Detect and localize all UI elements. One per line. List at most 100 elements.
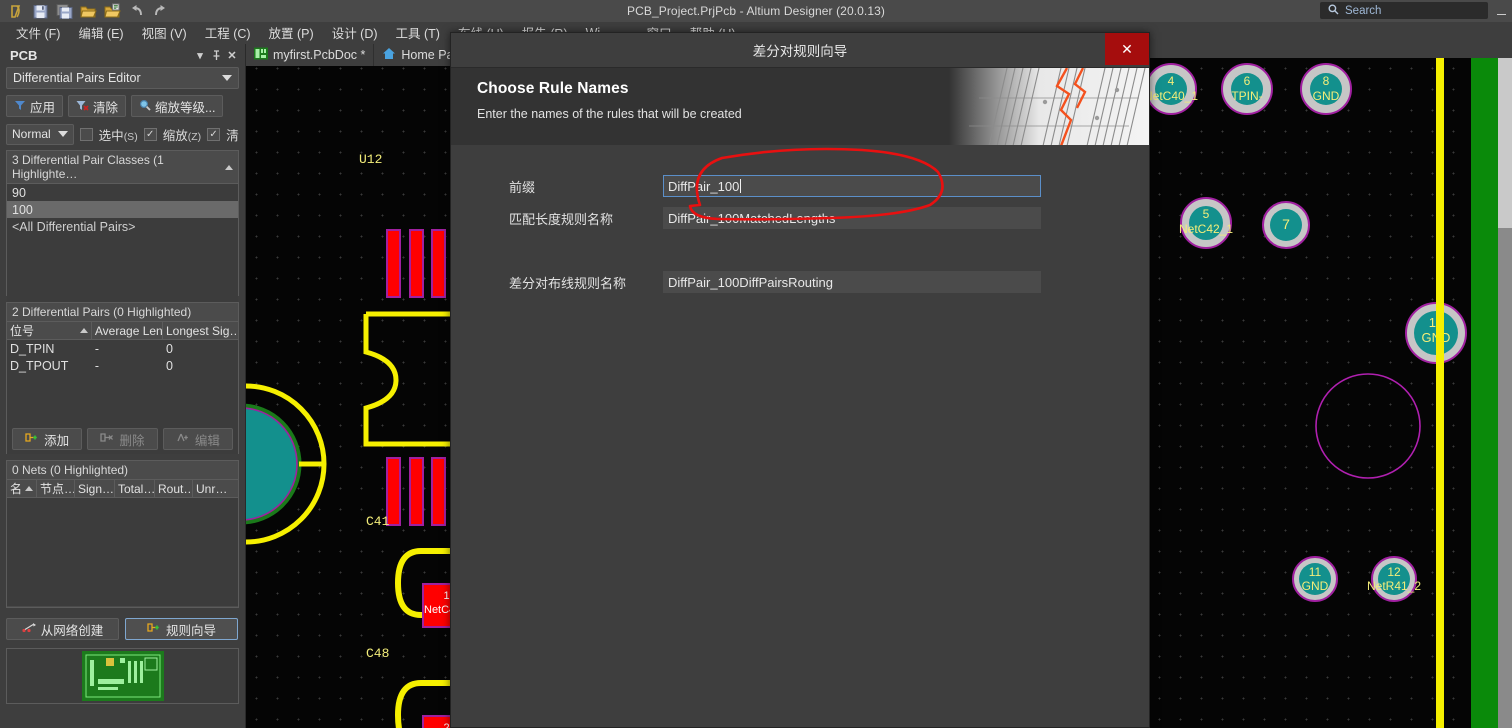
editor-mode-value: Differential Pairs Editor xyxy=(13,71,141,85)
differential-pairs-columns: 位号 Average Len… Longest Sig… xyxy=(7,321,238,340)
through-hole-pad[interactable]: 11 GND xyxy=(1292,556,1338,602)
create-from-net-button[interactable]: 从网络创建 xyxy=(6,618,119,640)
matched-lengths-value: DiffPair_100MatchedLengths xyxy=(668,210,836,226)
dialog-banner: Choose Rule Names Enter the names of the… xyxy=(451,67,1149,145)
diff-pair-classes-header: 3 Differential Pair Classes (1 Highlight… xyxy=(7,151,238,184)
selected-checkbox-label: 选中(S) xyxy=(98,128,138,143)
prefix-value: DiffPair_100 xyxy=(668,178,740,194)
pcb-panel-header: PCB ▾ ✕ xyxy=(0,44,245,67)
designator-c41: C41 xyxy=(366,514,390,529)
keepout-circle xyxy=(1315,373,1421,479)
filter-icon xyxy=(14,99,26,114)
list-item[interactable]: <All Differential Pairs> xyxy=(7,218,238,235)
clearexisting-checkbox-label: 淸 xyxy=(226,128,239,143)
list-item[interactable]: 90 xyxy=(7,184,238,201)
apply-button[interactable]: 应用 xyxy=(6,95,64,117)
scrollbar-thumb[interactable] xyxy=(1498,58,1512,228)
board-preview-thumbnail xyxy=(6,648,239,704)
title-bar: PCB_Project.PrjPcb - Altium Designer (20… xyxy=(0,0,1512,22)
smd-pad[interactable] xyxy=(431,229,446,298)
add-pair-button[interactable]: 添加 xyxy=(12,428,83,450)
sort-ascending-icon xyxy=(79,328,88,333)
delete-icon xyxy=(100,432,115,446)
dialog-close-button[interactable]: ✕ xyxy=(1105,33,1149,65)
through-hole-pad[interactable]: 6 TPIN- xyxy=(1221,63,1273,115)
differential-pairs-header: 2 Differential Pairs (0 Highlighted) xyxy=(7,303,238,322)
table-row[interactable]: D_TPIN - 0 xyxy=(7,340,238,357)
column-total: Total… xyxy=(115,479,155,498)
through-hole-pad[interactable]: 7 xyxy=(1262,201,1310,249)
filter-mode-select[interactable]: Normal xyxy=(6,123,74,145)
column-unrouted: Unr… xyxy=(196,481,228,496)
smd-pad[interactable] xyxy=(386,229,401,298)
dialog-subheading: Enter the names of the rules that will b… xyxy=(477,107,742,121)
through-hole-pad[interactable]: 5 NetC42_1 xyxy=(1179,197,1233,249)
clear-button[interactable]: 清除 xyxy=(68,95,127,117)
dialog-banner-text: Choose Rule Names Enter the names of the… xyxy=(477,80,742,121)
chevron-down-icon[interactable]: ▾ xyxy=(192,48,208,64)
column-pads: 节点… xyxy=(37,479,75,498)
list-item[interactable]: 100 xyxy=(7,201,238,218)
through-hole-pad[interactable]: 8 GND xyxy=(1300,63,1352,115)
prefix-input[interactable]: DiffPair_100 xyxy=(663,175,1041,197)
minimize-button[interactable] xyxy=(1494,3,1508,19)
menu-edit[interactable]: 编辑 (E) xyxy=(69,21,132,45)
menu-view[interactable]: 视图 (V) xyxy=(133,21,196,45)
search-input[interactable]: Search xyxy=(1320,2,1488,19)
menu-project[interactable]: 工程 (C) xyxy=(196,21,260,45)
through-hole-pad[interactable]: 4 NetC40_1 xyxy=(1144,63,1198,115)
diffpair-routing-label: 差分对布线规则名称 xyxy=(509,275,627,291)
clearexisting-checkbox[interactable]: ✓ xyxy=(207,127,221,141)
add-icon xyxy=(25,432,40,446)
tab-myfirst-pcbdoc[interactable]: myfirst.PcbDoc * xyxy=(246,44,375,66)
form-row-matched-lengths: 匹配长度规则名称 DiffPair_100MatchedLengths xyxy=(451,207,1149,229)
dialog-title: 差分对规则向导 xyxy=(752,44,848,59)
matched-lengths-input[interactable]: DiffPair_100MatchedLengths xyxy=(663,207,1041,229)
panel-footer-buttons: 从网络创建 规则向导 xyxy=(6,618,239,640)
diff-pair-classes-list[interactable]: 3 Differential Pair Classes (1 Highlight… xyxy=(6,150,239,308)
pcb-panel: PCB ▾ ✕ Differential Pairs Editor 应用 清除 … xyxy=(0,44,246,728)
sort-ascending-icon xyxy=(225,164,233,170)
dialog-title-bar: 差分对规则向导 ✕ xyxy=(451,33,1149,67)
rule-wizard-button[interactable]: 规则向导 xyxy=(125,618,238,640)
diff-pair-classes-rows: 90 100 <All Differential Pairs> xyxy=(7,184,238,308)
delete-pair-button[interactable]: 删除 xyxy=(87,428,158,450)
column-signal: Sign… xyxy=(75,479,115,498)
search-placeholder-text: Search xyxy=(1345,4,1382,17)
clear-filter-icon xyxy=(76,99,89,114)
magnifier-icon xyxy=(139,99,151,114)
nets-grid[interactable]: 0 Nets (0 Highlighted) 名 节点… Sign… Total… xyxy=(6,460,239,608)
editor-mode-select[interactable]: Differential Pairs Editor xyxy=(6,67,239,89)
board-thumbnail-icon xyxy=(81,651,164,701)
chevron-down-icon xyxy=(57,131,68,137)
form-row-prefix: 前缀 DiffPair_100 xyxy=(451,175,1149,197)
canvas-vertical-scrollbar[interactable] xyxy=(1498,58,1512,728)
matched-lengths-label: 匹配长度规则名称 xyxy=(509,211,614,227)
designator-c48: C48 xyxy=(366,646,390,661)
menu-place[interactable]: 放置 (P) xyxy=(260,21,323,45)
through-hole-pad[interactable]: 12 NetR41_2 xyxy=(1367,556,1421,602)
zoom-level-button[interactable]: 缩放等级... xyxy=(131,95,224,117)
round-pad-large[interactable] xyxy=(246,374,336,554)
pin-icon[interactable] xyxy=(208,48,224,64)
column-longest-signal: Longest Sig… xyxy=(165,323,238,338)
edit-pair-button[interactable]: 编辑 xyxy=(162,428,233,450)
table-row[interactable]: D_TPOUT - 0 xyxy=(7,357,238,374)
search-icon xyxy=(1328,4,1339,18)
column-routed: Rout… xyxy=(155,479,193,498)
selected-checkbox[interactable] xyxy=(79,127,93,141)
diffpair-routing-input[interactable]: DiffPair_100DiffPairsRouting xyxy=(663,271,1041,293)
dialog-heading: Choose Rule Names xyxy=(477,80,629,97)
smd-pad[interactable] xyxy=(409,229,424,298)
form-row-diffpair-routing: 差分对布线规则名称 DiffPair_100DiffPairsRouting xyxy=(451,271,1149,293)
menu-design[interactable]: 设计 (D) xyxy=(323,21,387,45)
text-caret xyxy=(740,179,742,193)
zoom-checkbox[interactable]: ✓ xyxy=(143,127,157,141)
menu-file[interactable]: 文件 (F) xyxy=(7,21,69,45)
filter-mode-value: Normal xyxy=(12,127,51,141)
close-icon[interactable]: ✕ xyxy=(224,48,240,64)
menu-tools[interactable]: 工具 (T) xyxy=(387,21,449,45)
differential-pairs-actions: 添加 删除 编辑 xyxy=(7,424,238,454)
column-average-length: Average Len… xyxy=(92,321,163,340)
differential-pairs-grid[interactable]: 2 Differential Pairs (0 Highlighted) 位号 … xyxy=(6,302,239,454)
